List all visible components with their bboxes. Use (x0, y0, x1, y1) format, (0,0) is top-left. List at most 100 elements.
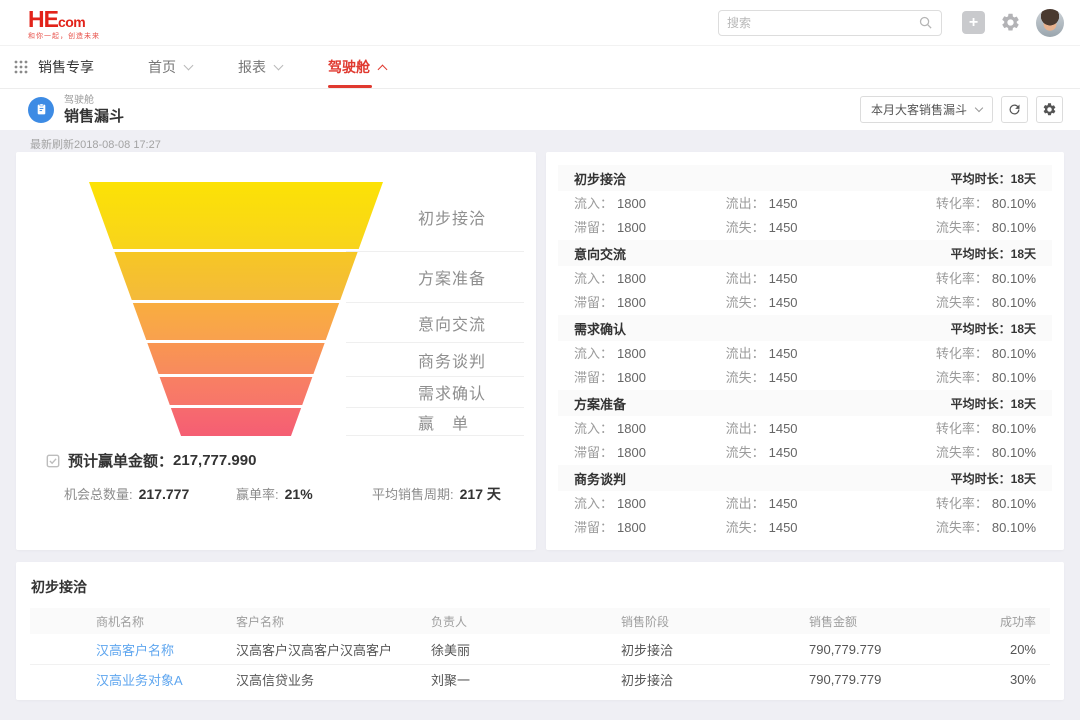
nav-item-cockpit[interactable]: 驾驶舱 (328, 46, 386, 88)
funnel-stage-label: 赢 单 (418, 410, 469, 434)
stage-metrics-row: 流入：1800流出：1450转化率：80.10% (558, 191, 1052, 215)
metric-loss-rate: 流失率：80.10% (936, 442, 1036, 462)
metric-loss-rate: 流失率：80.10% (936, 292, 1036, 312)
funnel-card: 初步接洽方案准备意向交流商务谈判需求确认赢 单 预计赢单金额：217,777.9… (16, 152, 536, 550)
metric-loss-rate: 流失率：80.10% (936, 517, 1036, 537)
metric-stranded: 滞留：1800 (574, 367, 726, 387)
kpi-value: 217.777 (139, 486, 190, 502)
search-input[interactable] (727, 16, 918, 30)
table-cell: 徐美丽 (431, 640, 621, 659)
add-button[interactable]: + (962, 11, 985, 34)
search-icon[interactable] (918, 15, 933, 30)
top-header: HEcom 和你一起，创造未来 + (0, 0, 1080, 46)
stage-metrics-row: 滞留：1800流失：1450流失率：80.10% (558, 290, 1052, 314)
metric-inflow: 流入：1800 (574, 193, 726, 213)
brand-logo: HEcom 和你一起，创造未来 (28, 8, 100, 40)
apps-grid-icon[interactable] (14, 60, 28, 74)
table-cell: 790,779.779 (809, 642, 939, 657)
funnel-segment-6[interactable] (89, 408, 383, 436)
opportunity-link[interactable]: 汉高客户名称 (96, 640, 236, 659)
nav-item-home[interactable]: 首页 (148, 46, 192, 88)
metric-stranded: 滞留：1800 (574, 517, 726, 537)
breadcrumb-category: 驾驶舱 (64, 96, 124, 106)
funnel-segment-2[interactable] (89, 252, 383, 300)
stage-avg-duration: 平均时长：18天 (951, 170, 1036, 187)
metric-conversion-rate: 转化率：80.10% (936, 418, 1036, 438)
funnel-kpis: 机会总数量:217.777 赢单率:21% 平均销售周期:217 天 (64, 484, 509, 504)
metric-stranded: 滞留：1800 (574, 217, 726, 237)
table-body: 汉高客户名称汉高客户汉高客户汉高客户徐美丽初步接洽790,779.77920%汉… (30, 634, 1050, 694)
funnel-stage-label-row: 需求确认 (346, 377, 524, 408)
metric-lost: 流失：1450 (726, 517, 870, 537)
opportunity-link[interactable]: 汉高业务对象A (96, 670, 236, 689)
stage-avg-duration: 平均时长：18天 (951, 395, 1036, 412)
workspace-switcher[interactable]: 销售专享 (38, 57, 94, 77)
funnel-segment-4[interactable] (89, 343, 383, 374)
stage-metrics-row: 滞留：1800流失：1450流失率：80.10% (558, 215, 1052, 239)
stage-section-title: 需求确认 (574, 319, 626, 338)
funnel-stage-label-row: 方案准备 (346, 252, 524, 303)
stage-section-header: 方案准备 平均时长：18天 (558, 390, 1052, 416)
kpi-avg-sales-cycle: 平均销售周期: 217 天 (372, 484, 509, 504)
metric-lost: 流失：1450 (726, 367, 870, 387)
nav-item-reports[interactable]: 报表 (238, 46, 282, 88)
refresh-icon (1007, 102, 1022, 117)
funnel-stage-label-row: 赢 单 (346, 408, 524, 436)
column-header: 成功率 (939, 613, 1036, 630)
dashboard-badge-icon (28, 97, 54, 123)
stage-metrics-row: 流入：1800流出：1450转化率：80.10% (558, 341, 1052, 365)
chevron-down-icon (975, 104, 983, 112)
funnel-segment-1[interactable] (89, 182, 383, 249)
stage-section-title: 商务谈判 (574, 469, 626, 488)
metric-outflow: 流出：1450 (726, 343, 870, 363)
refresh-button[interactable] (1001, 96, 1028, 123)
stage-section-header: 商务谈判 平均时长：18天 (558, 465, 1052, 491)
stage-section: 初步接洽平均时长：18天流入：1800流出：1450转化率：80.10%滞留：1… (558, 165, 1052, 239)
card-settings-button[interactable] (1036, 96, 1063, 123)
funnel-filter-dropdown[interactable]: 本月大客销售漏斗 (860, 96, 993, 123)
settings-gear-icon[interactable] (1000, 12, 1021, 33)
funnel-stage-labels: 初步接洽方案准备意向交流商务谈判需求确认赢 单 (346, 182, 524, 436)
metric-stranded: 滞留：1800 (574, 292, 726, 312)
nav-item-label: 驾驶舱 (328, 57, 370, 77)
stage-avg-duration: 平均时长：18天 (951, 245, 1036, 262)
stage-section: 需求确认 平均时长：18天流入：1800流出：1450转化率：80.10%滞留：1… (558, 315, 1052, 389)
user-avatar[interactable] (1036, 9, 1064, 37)
stage-panel: 初步接洽平均时长：18天流入：1800流出：1450转化率：80.10%滞留：1… (558, 165, 1052, 539)
global-search[interactable] (718, 10, 942, 36)
kpi-value: 21% (285, 486, 313, 502)
opportunities-table-card: 初步接洽 商机名称客户名称负责人销售阶段销售金额成功率 汉高客户名称汉高客户汉高… (16, 562, 1064, 700)
kpi-label: 平均销售周期: (372, 487, 454, 502)
table-cell: 初步接洽 (621, 640, 809, 659)
checkbox-icon (46, 454, 60, 468)
metric-outflow: 流出：1450 (726, 493, 870, 513)
last-refresh-time: 最新刷新2018-08-08 17:27 (0, 130, 1080, 152)
metric-inflow: 流入：1800 (574, 343, 726, 363)
kpi-label: 机会总数量: (64, 487, 133, 502)
funnel-filter-value: 本月大客销售漏斗 (871, 101, 967, 118)
funnel-stage-label-row: 初步接洽 (346, 182, 524, 252)
funnel-stage-label: 意向交流 (418, 311, 486, 335)
stage-section: 方案准备平均时长：18天流入：1800流出：1450转化率：80.10%滞留：1… (558, 390, 1052, 464)
metric-outflow: 流出：1450 (726, 193, 870, 213)
stage-avg-duration: 平均时长：18天 (951, 470, 1036, 487)
funnel-stage-label-row: 商务谈判 (346, 343, 524, 377)
chevron-down-icon (274, 61, 284, 71)
table-cell: 20% (939, 642, 1036, 657)
stage-metrics-row: 滞留：1800流失：1450流失率：80.10% (558, 365, 1052, 389)
stage-metrics-row: 滞留：1800流失：1450 流失率：80.10% (558, 515, 1052, 539)
funnel-segment-5[interactable] (89, 377, 383, 405)
table-title: 初步接洽 (16, 562, 1064, 608)
kpi-value: 217 天 (460, 486, 501, 502)
funnel-stage-label: 需求确认 (418, 380, 486, 404)
column-header: 商机名称 (96, 613, 236, 630)
stage-section-title: 方案准备 (574, 394, 626, 413)
page-title-bar: 驾驶舱 销售漏斗 本月大客销售漏斗 (0, 89, 1080, 130)
brand-logo-com: com (58, 14, 85, 30)
stage-metrics-row: 滞留：1800流失：1450流失率：80.10% (558, 440, 1052, 464)
metric-conversion-rate: 转化率：80.10% (936, 493, 1036, 513)
stage-avg-duration: 平均时长：18天 (951, 320, 1036, 337)
stage-section-title: 意向交流 (574, 244, 626, 263)
stage-section: 商务谈判平均时长：18天流入：1800流出：1450转化率：80.10%滞留：1… (558, 465, 1052, 539)
funnel-segment-3[interactable] (89, 303, 383, 340)
